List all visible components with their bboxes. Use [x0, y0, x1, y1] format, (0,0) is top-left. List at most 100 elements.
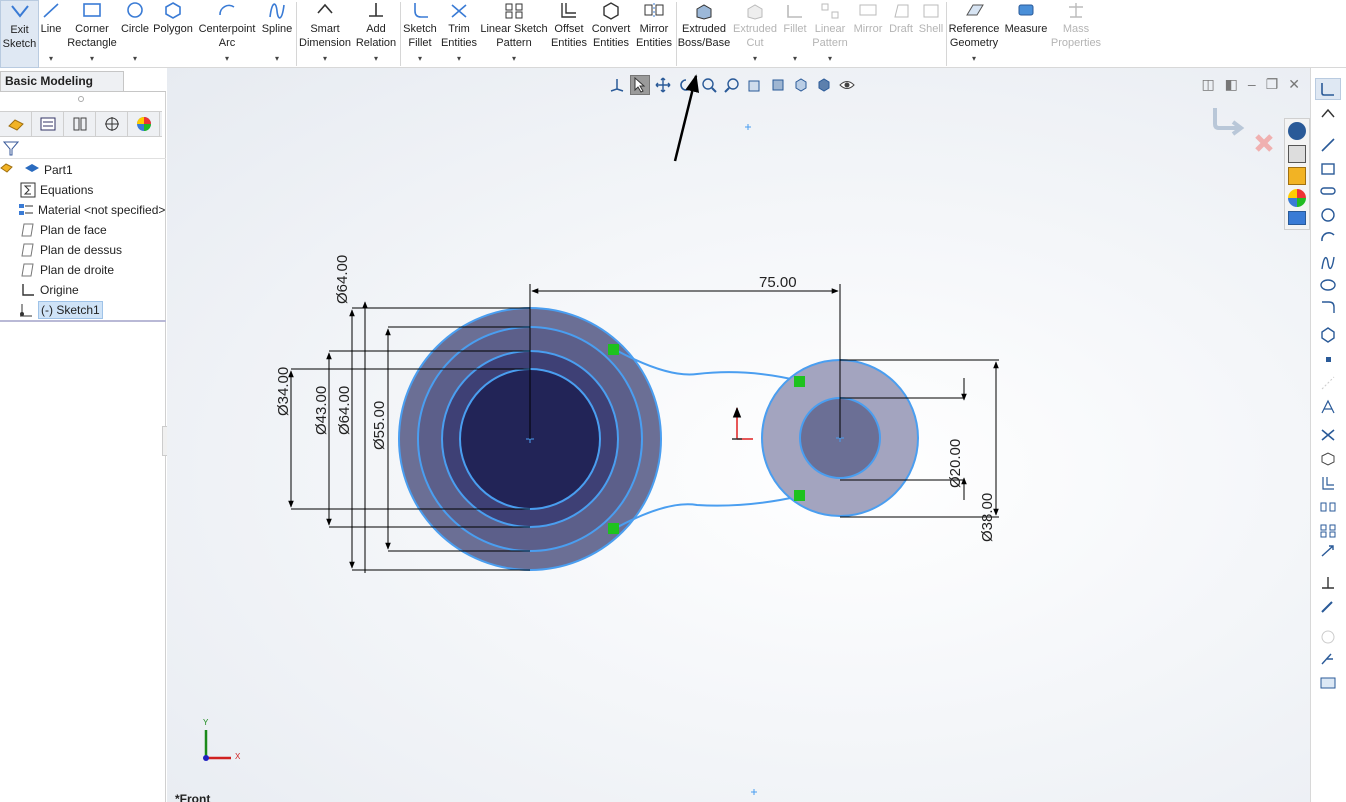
appearances-icon[interactable]	[1288, 189, 1306, 207]
mirror-tool[interactable]	[1315, 496, 1341, 518]
tree-item-sketch1[interactable]: (-) Sketch1	[0, 300, 166, 320]
polygon-tool[interactable]	[1315, 324, 1341, 346]
spline-icon	[264, 0, 290, 22]
arc-tool[interactable]	[1315, 226, 1341, 248]
dimension-label-d34[interactable]: Ø34.00	[275, 367, 292, 416]
tree-item-top-plane[interactable]: Plan de dessus	[0, 240, 166, 260]
sketch-fillet-button[interactable]: Sketch Fillet ▾	[402, 0, 438, 68]
graphics-area[interactable]: ◫ ◧ – ❐ ✕ 75.00 Ø64.00 Ø34.00 Ø43.00 Ø64…	[167, 68, 1310, 802]
tab-configuration-manager[interactable]	[64, 112, 96, 136]
corner-rectangle-button[interactable]: Corner Rectangle ▾	[66, 0, 118, 68]
offset-entities-button[interactable]: Offset Entities	[550, 0, 588, 68]
point-tool[interactable]	[1315, 348, 1341, 370]
custom-properties-icon[interactable]	[1288, 211, 1306, 225]
fillet-button[interactable]: Fillet ▾	[780, 0, 810, 68]
trim-tool[interactable]	[1315, 424, 1341, 446]
spline-button[interactable]: Spline ▾	[260, 0, 294, 68]
rapid-sketch-tool[interactable]	[1315, 648, 1341, 670]
mirror-feature-button[interactable]: Mirror	[852, 0, 884, 68]
dimension-label-d64-top[interactable]: Ø64.00	[334, 255, 351, 304]
relation-tool[interactable]	[1315, 572, 1341, 594]
panel-grip[interactable]	[78, 96, 84, 102]
dimension-label-d43[interactable]: Ø43.00	[313, 386, 330, 435]
repair-sketch-tool[interactable]	[1315, 596, 1341, 618]
chevron-down-icon[interactable]: ▾	[457, 52, 461, 66]
file-explorer-icon[interactable]	[1288, 167, 1306, 185]
tree-rollback-bar[interactable]	[0, 320, 166, 322]
sketch-tool-button[interactable]	[1315, 78, 1341, 100]
tree-item-front-plane[interactable]: Plan de face	[0, 220, 166, 240]
chevron-down-icon[interactable]: ▾	[49, 52, 53, 66]
dimension-label-d55[interactable]: Ø55.00	[371, 401, 388, 450]
linear-sketch-pattern-button[interactable]: Linear Sketch Pattern ▾	[480, 0, 548, 68]
chevron-down-icon[interactable]: ▾	[418, 52, 422, 66]
line-button[interactable]: Line ▾	[38, 0, 64, 68]
dimension-label-d64[interactable]: Ø64.00	[336, 386, 353, 435]
fillet-tool[interactable]	[1315, 296, 1341, 318]
tree-item-right-plane[interactable]: Plan de droite	[0, 260, 166, 280]
rectangle-tool[interactable]	[1315, 158, 1341, 180]
add-relation-button[interactable]: Add Relation ▾	[354, 0, 398, 68]
smart-dimension-button[interactable]: Smart Dimension ▾	[298, 0, 352, 68]
chevron-down-icon[interactable]: ▾	[793, 52, 797, 66]
design-library-icon[interactable]	[1288, 145, 1306, 163]
circle-tool[interactable]	[1315, 204, 1341, 226]
tree-item-material[interactable]: Material <not specified>	[0, 200, 166, 220]
chevron-down-icon[interactable]: ▾	[275, 52, 279, 66]
scale-icon	[1063, 0, 1089, 22]
chevron-down-icon[interactable]: ▾	[753, 52, 757, 66]
reference-geometry-button[interactable]: Reference Geometry ▾	[948, 0, 1000, 68]
tree-item-equations[interactable]: Equations	[0, 180, 166, 200]
tree-item-part[interactable]: Part1	[0, 160, 166, 180]
exit-sketch-button[interactable]: Exit Sketch	[0, 0, 39, 68]
chevron-down-icon[interactable]: ▾	[133, 52, 137, 66]
move-tool[interactable]	[1315, 540, 1341, 562]
linear-pattern-button[interactable]: Linear Pattern ▾	[810, 0, 850, 68]
plus-marker	[751, 789, 757, 795]
text-tool[interactable]	[1315, 396, 1341, 418]
pattern-tool[interactable]	[1315, 520, 1341, 542]
smart-dimension-tool[interactable]	[1315, 104, 1341, 126]
tree-filter[interactable]	[0, 137, 166, 159]
chevron-down-icon[interactable]: ▾	[972, 52, 976, 66]
mass-properties-button[interactable]: Mass Properties	[1050, 0, 1102, 68]
draft-button[interactable]: Draft	[886, 0, 916, 68]
chevron-down-icon[interactable]: ▾	[90, 52, 94, 66]
extruded-cut-button[interactable]: Extruded Cut ▾	[732, 0, 778, 68]
ellipse-tool[interactable]	[1315, 274, 1341, 296]
chevron-down-icon[interactable]: ▾	[374, 52, 378, 66]
centerpoint-arc-button[interactable]: Centerpoint Arc ▾	[196, 0, 258, 68]
offset-tool[interactable]	[1315, 472, 1341, 494]
centerline-tool[interactable]	[1315, 372, 1341, 394]
dimension-label-d20[interactable]: Ø20.00	[947, 439, 964, 488]
slot-tool[interactable]	[1315, 180, 1341, 202]
tree-item-origin[interactable]: Origine	[0, 280, 166, 300]
convert-entities-button[interactable]: Convert Entities	[590, 0, 632, 68]
dimension-label-d38[interactable]: Ø38.00	[979, 493, 996, 542]
view-name-label: *Front	[175, 792, 211, 802]
convert-tool[interactable]	[1315, 448, 1341, 470]
shell-button[interactable]: Shell	[916, 0, 946, 68]
tab-dimxpert-manager[interactable]	[96, 112, 128, 136]
quick-snaps-tool[interactable]	[1315, 626, 1341, 648]
circle-button[interactable]: Circle ▾	[120, 0, 150, 68]
spline-tool[interactable]	[1315, 252, 1341, 274]
polygon-button[interactable]: Polygon	[152, 0, 194, 68]
tab-display-manager[interactable]	[128, 112, 160, 136]
sketch-picture-tool[interactable]	[1315, 672, 1341, 694]
repair-icon	[1321, 601, 1333, 613]
chevron-down-icon[interactable]: ▾	[323, 52, 327, 66]
mirror-entities-button[interactable]: Mirror Entities	[634, 0, 674, 68]
tab-property-manager[interactable]	[32, 112, 64, 136]
chevron-down-icon[interactable]: ▾	[828, 52, 832, 66]
chevron-down-icon[interactable]: ▾	[512, 52, 516, 66]
resources-icon[interactable]	[1288, 122, 1306, 140]
tab-feature-manager[interactable]	[0, 112, 32, 136]
measure-button[interactable]: Measure	[1004, 0, 1048, 68]
dimension-label-75[interactable]: 75.00	[759, 274, 797, 291]
tab-basic-modeling-tools[interactable]: Basic Modeling Tools	[0, 71, 124, 106]
extruded-boss-base-button[interactable]: Extruded Boss/Base	[678, 0, 730, 68]
chevron-down-icon[interactable]: ▾	[225, 52, 229, 66]
line-tool[interactable]	[1315, 134, 1341, 156]
trim-entities-button[interactable]: Trim Entities ▾	[440, 0, 478, 68]
